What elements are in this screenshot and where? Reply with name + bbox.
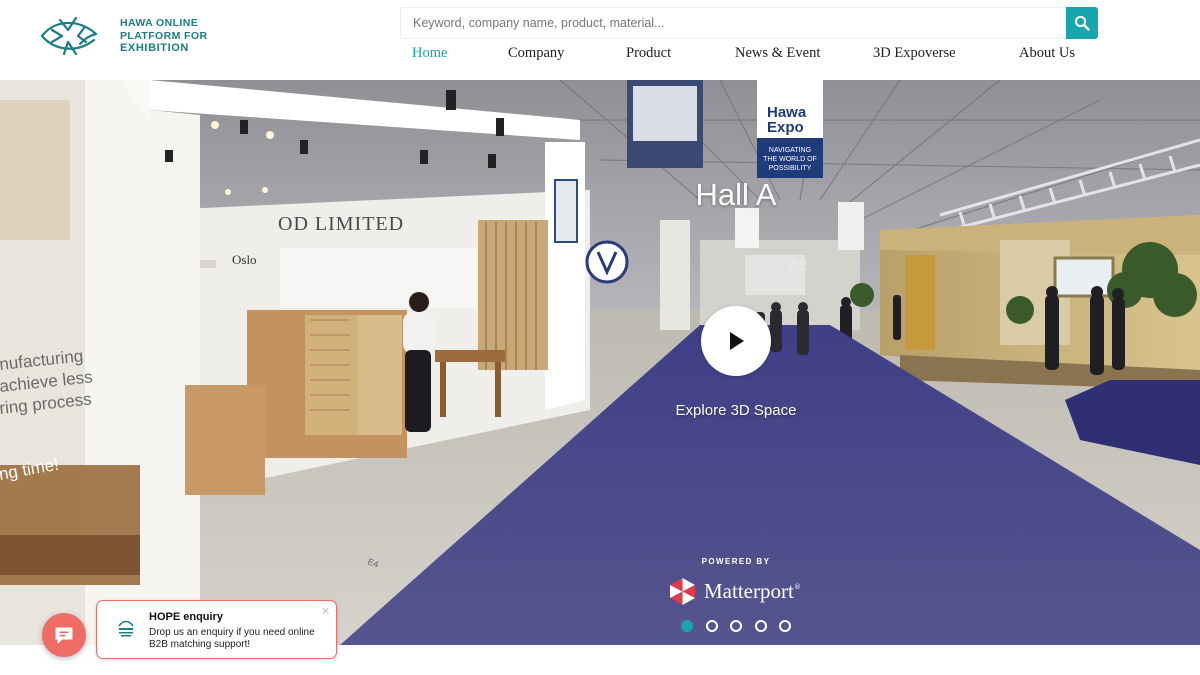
site-header: HAWA ONLINE PLATFORM FOR EXHIBITION Home… <box>0 0 1200 80</box>
play-icon <box>730 332 744 350</box>
slide-dot-4[interactable] <box>754 620 767 632</box>
slide-dot-3[interactable] <box>730 620 742 632</box>
hall-title: Hall A <box>695 177 777 212</box>
search-bar <box>400 7 1098 39</box>
search-button[interactable] <box>1066 7 1098 39</box>
chat-description: Drop us an enquiry if you need online B2… <box>149 627 315 650</box>
search-icon <box>1074 15 1090 31</box>
booth-sign: OD LIMITED <box>278 213 404 235</box>
logo-line-1: HAWA ONLINE <box>120 17 199 30</box>
nav-about-us[interactable]: About Us <box>1019 45 1075 62</box>
aisle-label: A2 <box>789 257 807 273</box>
banner-tagline-1: NAVIGATING <box>769 147 811 154</box>
hope-logo-icon <box>118 620 134 637</box>
banner-tagline-2: THE WORLD OF <box>763 156 817 163</box>
matterport-registered-mark: ® <box>793 582 801 591</box>
nav-product[interactable]: Product <box>626 45 671 62</box>
chat-title: HOPE enquiry <box>149 611 223 623</box>
close-icon[interactable]: × <box>321 604 330 617</box>
chat-bubble-icon <box>55 627 73 644</box>
hero-3d-tour[interactable]: OD LIMITED Oslo Hawa Expo NAVIGATING THE… <box>0 80 1200 645</box>
product-name-sign: Oslo <box>232 252 257 267</box>
matterport-mark-icon <box>670 578 695 605</box>
explore-3d-label[interactable]: Explore 3D Space <box>0 402 1200 419</box>
main-nav: Home Company Product News & Event 3D Exp… <box>0 45 1200 65</box>
logo-line-2: PLATFORM FOR <box>120 29 208 42</box>
search-input[interactable] <box>400 7 1066 39</box>
hope-enquiry-popup[interactable]: HOPE enquiry Drop us an enquiry if you n… <box>96 600 337 659</box>
slide-dot-1[interactable] <box>681 620 693 632</box>
nav-3d-expoverse[interactable]: 3D Expoverse <box>873 45 956 62</box>
banner-logo-line-2: Expo <box>767 119 804 136</box>
nav-home[interactable]: Home <box>412 45 447 62</box>
nav-company[interactable]: Company <box>508 45 564 62</box>
banner-tagline-3: POSSIBILITY <box>769 165 812 172</box>
chat-button[interactable] <box>42 613 86 657</box>
nav-news-event[interactable]: News & Event <box>735 45 820 62</box>
slide-dot-2[interactable] <box>705 620 718 632</box>
matterport-name: Matterport <box>704 579 794 603</box>
slide-indicators <box>681 620 804 632</box>
play-button[interactable] <box>701 306 771 376</box>
slide-dot-5[interactable] <box>779 620 791 632</box>
powered-by-label: POWERED BY <box>701 557 771 566</box>
matterport-logo[interactable]: Matterport ® <box>668 577 801 606</box>
